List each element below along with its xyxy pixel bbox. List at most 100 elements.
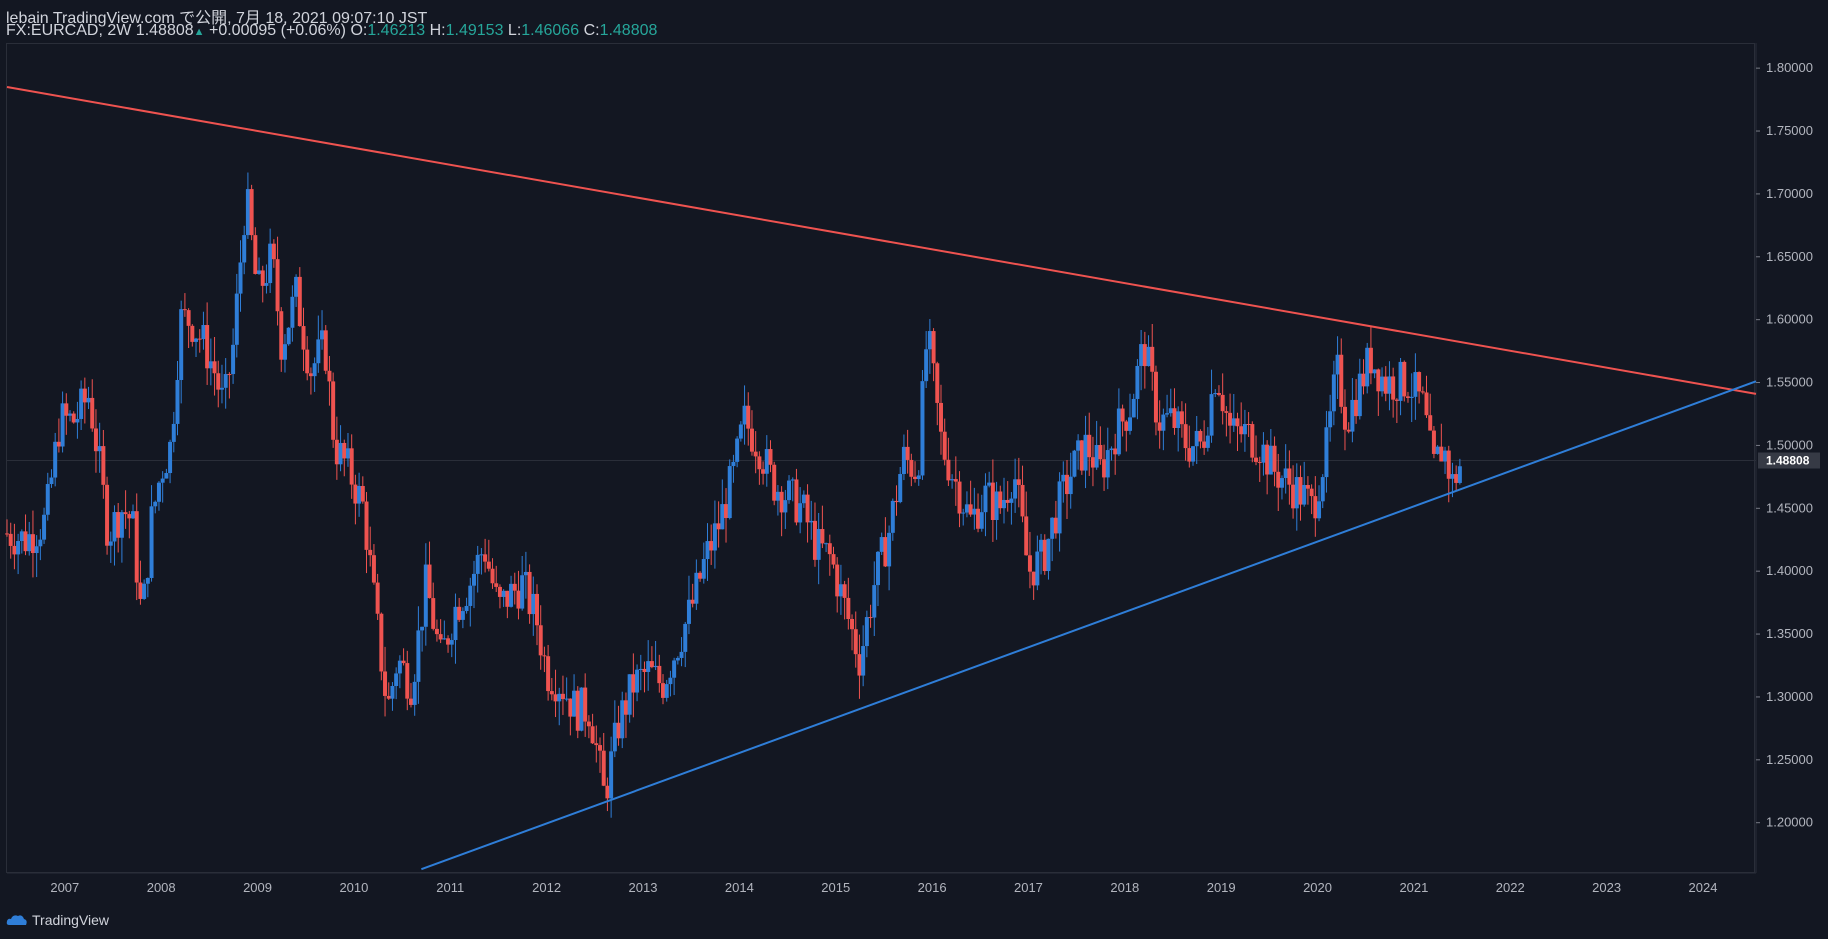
time-tick-label: 2015 xyxy=(821,880,850,895)
candle-body xyxy=(1187,448,1192,462)
candle-body xyxy=(1146,346,1151,367)
candle-body xyxy=(894,500,899,503)
candle-body xyxy=(835,564,840,597)
candle-body xyxy=(231,344,236,375)
candle-body xyxy=(898,474,903,503)
candle-body xyxy=(998,491,1003,509)
candle-body xyxy=(909,459,914,477)
candle-body xyxy=(1372,369,1377,374)
candle-body xyxy=(1090,457,1095,468)
candle-body xyxy=(560,693,565,700)
candle-body xyxy=(620,700,625,739)
candle-body xyxy=(331,381,336,440)
candle-body xyxy=(71,413,76,423)
candle-body xyxy=(1391,376,1396,400)
candle-body xyxy=(850,619,855,630)
candle-body xyxy=(271,243,276,260)
chart-canvas[interactable]: 1.80000 1.75000 1.70000 1.65000 1.60000 1.550… xyxy=(0,0,1828,900)
candle-body xyxy=(879,537,884,552)
candle-body xyxy=(486,561,491,569)
candle-body xyxy=(627,674,632,715)
candle-body xyxy=(205,325,210,369)
candle-body xyxy=(1024,516,1029,556)
candle-body xyxy=(1242,423,1247,435)
candle-body xyxy=(1094,445,1099,468)
candle-body xyxy=(30,534,35,554)
candle-body xyxy=(238,262,243,294)
candle-body xyxy=(371,555,376,583)
time-tick-label: 2022 xyxy=(1496,880,1525,895)
candle-body xyxy=(1020,484,1025,517)
candle-body xyxy=(616,722,621,739)
candle-body xyxy=(864,617,869,647)
candle-body xyxy=(927,331,932,350)
candle-body xyxy=(342,442,347,459)
candle-body xyxy=(653,665,658,668)
candle-body xyxy=(1039,539,1044,552)
candle-body xyxy=(97,446,102,452)
candle-body xyxy=(942,431,947,460)
candle-body xyxy=(1365,347,1370,387)
candle-body xyxy=(38,539,43,547)
candle-body xyxy=(1272,445,1277,472)
candle-body xyxy=(390,686,395,699)
candle-body xyxy=(916,475,921,480)
candle-body xyxy=(127,514,132,519)
candle-body xyxy=(901,446,906,475)
candle-body xyxy=(264,283,269,286)
candle-body xyxy=(116,512,121,538)
price-tick-label: 1.80000 xyxy=(1766,60,1813,75)
candle-body xyxy=(64,403,69,416)
candle-body xyxy=(890,500,895,533)
candle-body xyxy=(990,482,995,521)
candle-body xyxy=(931,331,936,364)
candle-body xyxy=(379,613,384,672)
candle-body xyxy=(787,480,792,501)
candle-body xyxy=(686,599,691,624)
candle-body xyxy=(883,537,888,567)
candle-body xyxy=(105,484,110,546)
candle-body xyxy=(179,309,184,380)
candle-body xyxy=(194,338,199,342)
candle-body xyxy=(953,479,958,482)
candle-body xyxy=(842,584,847,598)
candle-body xyxy=(635,669,640,693)
candle-body xyxy=(1446,450,1451,479)
candle-body xyxy=(512,583,517,591)
candle-body xyxy=(961,512,966,514)
candle-body xyxy=(1405,396,1410,398)
candle-body xyxy=(119,512,124,538)
time-tick-label: 2010 xyxy=(339,880,368,895)
tradingview-logo[interactable]: TradingView xyxy=(6,912,109,928)
candle-body xyxy=(1220,394,1225,412)
candle-body xyxy=(731,461,736,467)
candle-body xyxy=(557,693,562,702)
candle-body xyxy=(201,325,206,340)
candle-body xyxy=(294,276,299,297)
cloud-icon xyxy=(6,915,27,925)
candle-body xyxy=(1291,484,1296,509)
candle-body xyxy=(245,189,250,236)
candle-body xyxy=(1420,391,1425,393)
candle-body xyxy=(1135,365,1140,399)
price-tick-label: 1.45000 xyxy=(1766,500,1813,515)
candle-body xyxy=(1150,346,1155,372)
candle-body xyxy=(253,235,258,274)
candle-body xyxy=(749,428,754,452)
candle-body xyxy=(123,512,128,515)
candle-body xyxy=(1157,422,1162,431)
candle-body xyxy=(171,423,176,442)
candle-body xyxy=(1431,430,1436,454)
candle-body xyxy=(535,593,539,626)
candle-body xyxy=(1265,444,1270,475)
candle-body xyxy=(553,694,558,702)
candle-body xyxy=(809,520,814,523)
candle-body xyxy=(1057,481,1062,534)
candle-body xyxy=(590,726,595,744)
candle-body xyxy=(827,543,832,555)
candle-body xyxy=(56,441,61,447)
price-tick-label: 1.25000 xyxy=(1766,752,1813,767)
candle-body xyxy=(757,456,762,470)
candle-body xyxy=(160,478,165,483)
candle-body xyxy=(1368,347,1373,374)
